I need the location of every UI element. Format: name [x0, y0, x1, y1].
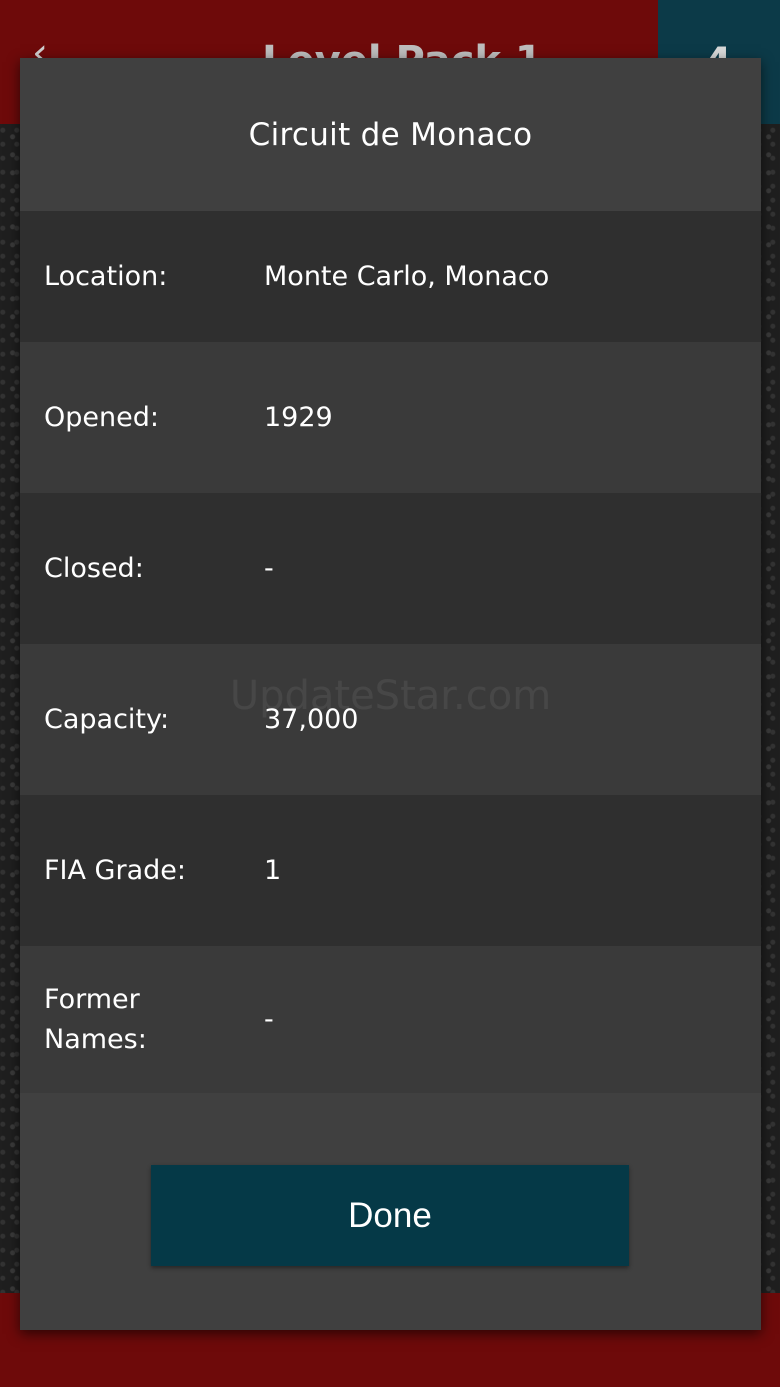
row-label: Opened: [44, 401, 159, 433]
info-row-location: Location: Monte Carlo, Monaco [20, 211, 761, 342]
row-label: FIA Grade: [44, 854, 186, 886]
info-row-capacity: Capacity: 37,000 [20, 644, 761, 795]
row-value: 1929 [264, 402, 333, 433]
info-row-former-names: Former Names: - [20, 946, 761, 1093]
row-label: Location: [44, 260, 168, 292]
row-label: Closed: [44, 552, 144, 584]
dialog-title: Circuit de Monaco [248, 116, 533, 153]
circuit-info-dialog: Circuit de Monaco Location: Monte Carlo,… [20, 58, 761, 1330]
row-value: 37,000 [264, 704, 359, 735]
row-label: Former Names: [44, 983, 147, 1055]
info-row-closed: Closed: - [20, 493, 761, 644]
row-label: Capacity: [44, 703, 170, 735]
row-value: - [264, 1004, 274, 1035]
row-value: - [264, 553, 274, 584]
row-value: Monte Carlo, Monaco [264, 261, 550, 292]
info-row-fia-grade: FIA Grade: 1 [20, 795, 761, 946]
done-button[interactable]: Done [151, 1165, 629, 1266]
info-rows: Location: Monte Carlo, Monaco Opened: 19… [20, 211, 761, 1093]
row-value: 1 [264, 855, 282, 886]
info-row-opened: Opened: 1929 [20, 342, 761, 493]
